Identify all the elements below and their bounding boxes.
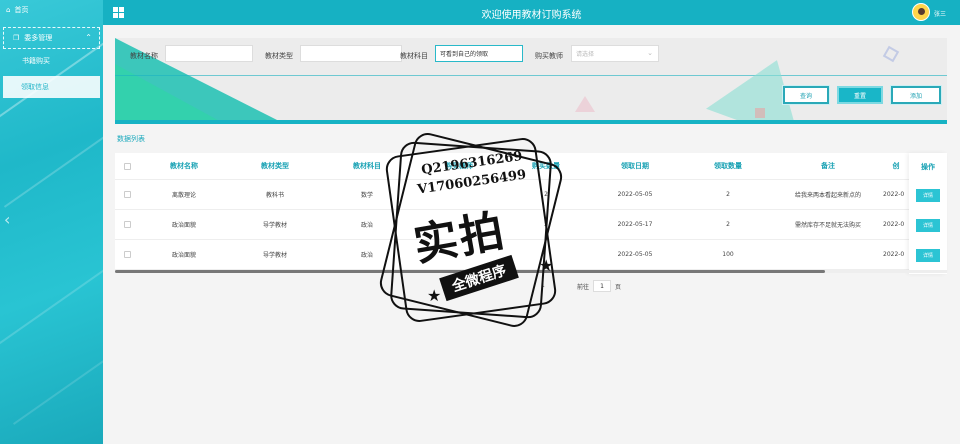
teacher-select[interactable]: 请选择 ⌄ bbox=[571, 45, 659, 62]
cell-name: 政治面貌 bbox=[171, 252, 196, 259]
sidebar: ⌂ 首页 ❐ 委多管理 ⌃ 书籍购买 领取信息 ‹ bbox=[0, 0, 103, 444]
cell-type: 教科书 bbox=[265, 192, 284, 199]
pager-goto-label: 前往 bbox=[577, 284, 590, 291]
cell-received: 2 bbox=[726, 221, 730, 228]
pager-goto-suffix: 页 bbox=[615, 284, 622, 291]
actions-column: 操作 详情 详情 详情 bbox=[909, 153, 947, 274]
sidebar-decoration bbox=[3, 114, 103, 208]
panel-decoration bbox=[706, 43, 824, 124]
chevron-up-icon: ⌃ bbox=[85, 33, 92, 42]
cell-note: 需然库存不足就无法购买 bbox=[794, 222, 861, 229]
chevron-down-icon: ⌄ bbox=[647, 49, 653, 57]
panel-decoration bbox=[755, 108, 765, 118]
add-button[interactable]: 添加 bbox=[891, 86, 941, 104]
column-header[interactable]: 教材类型 bbox=[229, 153, 321, 179]
row-checkbox[interactable] bbox=[123, 191, 131, 198]
column-header[interactable]: 领取日期 bbox=[587, 153, 683, 179]
column-header[interactable]: 创 bbox=[883, 153, 909, 179]
name-label: 教材名称 bbox=[130, 52, 158, 60]
type-label: 教材类型 bbox=[265, 52, 293, 60]
sidebar-item-home[interactable]: ⌂ 首页 bbox=[6, 5, 28, 15]
sidebar-item-receive-info[interactable]: 领取信息 bbox=[3, 76, 100, 98]
watermark-stamp: Q2196316269 V17060256499 实拍 全微程序 ★ ★ bbox=[373, 126, 568, 336]
pager-goto-input[interactable]: 1 bbox=[593, 280, 611, 292]
sidebar-group[interactable]: ❐ 委多管理 ⌃ bbox=[3, 27, 100, 49]
menu-icon: ❐ bbox=[13, 34, 20, 42]
select-all-checkbox[interactable] bbox=[123, 162, 131, 170]
cell-created: 2022-0 bbox=[883, 221, 905, 228]
user-name[interactable]: 张三 bbox=[934, 9, 946, 18]
home-icon: ⌂ bbox=[6, 6, 11, 14]
teacher-label: 购买教师 bbox=[535, 52, 563, 60]
cell-date: 2022-05-05 bbox=[617, 251, 653, 258]
cell-note: 给我来两本看起来新点的 bbox=[794, 192, 861, 199]
query-button[interactable]: 查询 bbox=[783, 86, 829, 104]
cell-created: 2022-0 bbox=[883, 251, 905, 258]
panel-bottom-bar bbox=[115, 120, 947, 124]
sidebar-decoration bbox=[12, 337, 103, 425]
cell-date: 2022-05-17 bbox=[617, 221, 653, 228]
search-panel: 教材名称 教材类型 教材科目 购买教师 请选择 ⌄ 查询 重置 添加 bbox=[115, 38, 947, 124]
panel-decoration bbox=[115, 64, 225, 124]
cell-date: 2022-05-05 bbox=[617, 191, 653, 198]
column-header[interactable]: 领取数量 bbox=[683, 153, 773, 179]
panel-decoration bbox=[575, 96, 595, 112]
top-header: 欢迎使用教材订购系统 张三 bbox=[103, 0, 960, 25]
subject-input[interactable] bbox=[435, 45, 523, 62]
panel-decoration bbox=[882, 45, 900, 63]
detail-button[interactable]: 详情 bbox=[916, 218, 940, 232]
cell-name: 政治面貌 bbox=[171, 222, 196, 229]
cell-created: 2022-0 bbox=[883, 191, 905, 198]
chevron-left-icon[interactable]: ‹ bbox=[4, 210, 10, 229]
cell-name: 离散理论 bbox=[171, 192, 196, 199]
detail-button[interactable]: 详情 bbox=[916, 248, 940, 262]
star-icon: ★ bbox=[427, 286, 442, 305]
subject-label: 教材科目 bbox=[400, 52, 428, 60]
name-input[interactable] bbox=[165, 45, 253, 62]
cell-received: 2 bbox=[726, 191, 730, 198]
column-header[interactable]: 备注 bbox=[773, 153, 883, 179]
star-icon: ★ bbox=[539, 256, 554, 275]
cell-note bbox=[773, 240, 883, 269]
reset-button[interactable]: 重置 bbox=[837, 86, 883, 104]
type-input[interactable] bbox=[300, 45, 402, 62]
section-title: 数据列表 bbox=[117, 135, 145, 143]
sidebar-item-book-purchase[interactable]: 书籍购买 bbox=[22, 56, 50, 66]
cell-type: 导学教材 bbox=[262, 222, 287, 229]
cell-received: 100 bbox=[722, 251, 734, 258]
row-checkbox[interactable] bbox=[123, 251, 131, 258]
avatar[interactable] bbox=[912, 3, 930, 21]
column-header[interactable]: 教材名称 bbox=[139, 153, 229, 179]
detail-button[interactable]: 详情 bbox=[916, 188, 940, 202]
row-checkbox[interactable] bbox=[123, 221, 131, 228]
column-header: 操作 bbox=[921, 162, 935, 171]
page-title: 欢迎使用教材订购系统 bbox=[481, 10, 582, 21]
cell-type: 导学教材 bbox=[262, 252, 287, 259]
sidebar-decoration bbox=[0, 248, 103, 354]
